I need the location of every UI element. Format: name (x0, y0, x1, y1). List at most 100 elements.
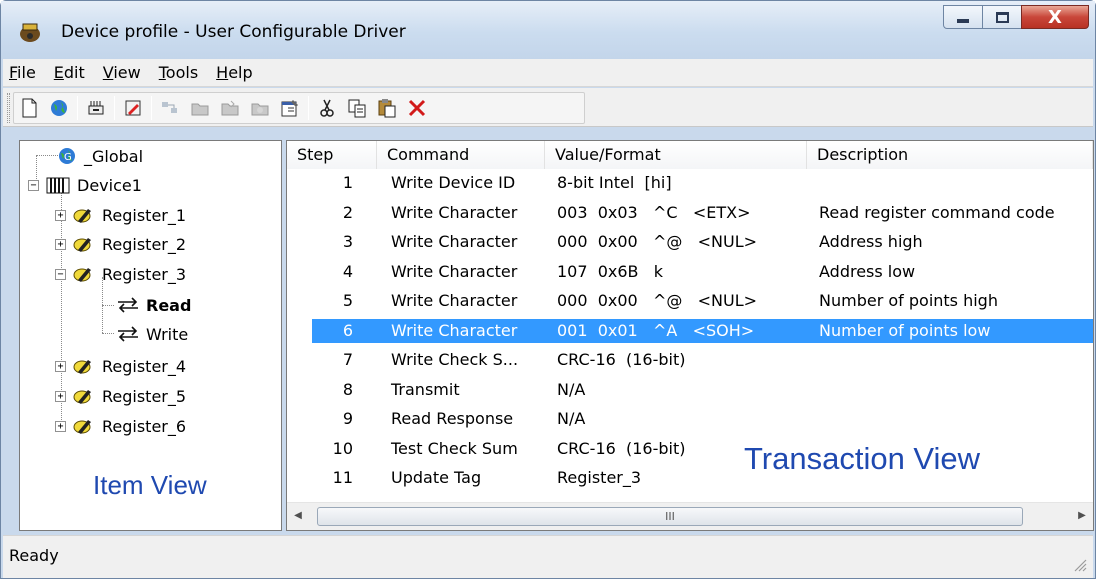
table-row[interactable]: 9 Read Response N/A (287, 407, 1093, 431)
tree-item-read[interactable]: Read (116, 293, 191, 317)
read-button[interactable] (155, 93, 185, 123)
toolbar-separator (308, 96, 309, 120)
cell-value: 003 0x03 ^C <ETX> (557, 202, 751, 222)
expand-toggle[interactable]: + (55, 360, 66, 372)
device-icon (88, 101, 104, 115)
cell-command: Test Check Sum (391, 438, 518, 458)
register-button[interactable] (118, 93, 148, 123)
scroll-right-icon[interactable]: ▶ (1075, 508, 1089, 524)
svg-text:G: G (64, 152, 72, 163)
tree-item-register-2[interactable]: + Register_2 (55, 232, 186, 256)
toolbar (3, 88, 1093, 127)
transaction-view-annotation: Transaction View (744, 441, 981, 476)
paste-button[interactable] (372, 93, 402, 123)
expand-toggle[interactable]: + (55, 209, 66, 221)
tree-label-register: Register_2 (102, 234, 187, 254)
close-button[interactable]: X (1021, 5, 1089, 29)
tree-item-global[interactable]: G _Global (56, 144, 143, 168)
expand-toggle[interactable]: + (55, 238, 66, 250)
tree-item-register-6[interactable]: + Register_6 (55, 414, 186, 438)
table-row[interactable]: 1 Write Device ID 8-bit Intel [hi] (287, 171, 1093, 195)
register-icon (73, 420, 91, 434)
cell-step: 5 (342, 291, 353, 310)
menu-file[interactable]: File (3, 59, 44, 87)
expand-toggle[interactable]: + (55, 420, 66, 432)
table-row[interactable]: 2 Write Character 003 0x03 ^C <ETX> Read re… (287, 201, 1093, 225)
cell-description (807, 348, 1093, 372)
folder-icon (251, 103, 269, 116)
collapse-toggle[interactable]: − (28, 179, 39, 191)
tree-label-register: Register_3 (102, 264, 187, 284)
table-row[interactable]: 8 Transmit N/A (287, 378, 1093, 402)
menu-tools[interactable]: Tools (149, 59, 206, 87)
cell-step: 11 (332, 468, 353, 487)
scroll-left-icon[interactable]: ◀ (291, 508, 305, 524)
table-row[interactable]: 5 Write Character 000 0x00 ^@ <NUL> Number … (287, 289, 1093, 313)
table-row[interactable]: 4 Write Character 107 0x6B k Address low (287, 260, 1093, 284)
transaction-view[interactable]: Step Command Value/Format Description 1 W… (286, 140, 1094, 531)
column-header-command[interactable]: Command (377, 141, 545, 169)
table-row[interactable]: 7 Write Check S... CRC-16 (16-bit) (287, 348, 1093, 372)
tree-item-write[interactable]: Write (116, 322, 188, 346)
column-header-description[interactable]: Description (807, 141, 1093, 169)
tree-label-device1: Device1 (77, 175, 142, 195)
tree-item-device1[interactable]: − Device1 (28, 173, 142, 197)
cell-value: CRC-16 (16-bit) (557, 350, 686, 369)
cell-description (807, 378, 1093, 402)
cell-command: Write Character (391, 232, 518, 251)
table-row-selected[interactable]: 6 Write Character 001 0x01 ^A <SOH> Number … (312, 318, 1093, 343)
menu-tools-label: Tools (158, 62, 199, 82)
delete-icon (408, 99, 426, 117)
collapse-toggle[interactable]: − (55, 268, 66, 280)
properties-button[interactable] (275, 93, 305, 123)
tree-label-register: Register_1 (102, 205, 187, 225)
table-row[interactable]: 3 Write Character 000 0x00 ^@ <NUL> Address… (287, 230, 1093, 254)
folder-write-button[interactable] (215, 93, 245, 123)
tree-item-register-4[interactable]: + Register_4 (55, 354, 186, 378)
menu-edit[interactable]: Edit (44, 59, 93, 87)
status-bar: Ready (3, 535, 1093, 578)
copy-button[interactable] (342, 93, 372, 123)
toolbar-buttons (13, 92, 585, 124)
tree-label-register: Register_4 (102, 356, 187, 376)
tree-item-register-1[interactable]: + Register_1 (55, 203, 186, 227)
folder-read-button[interactable] (185, 93, 215, 123)
cell-step: 9 (342, 409, 353, 428)
window-controls: X (943, 5, 1089, 29)
cell-description: Read register command code (819, 202, 1055, 222)
cell-step: 2 (342, 202, 353, 222)
tree-item-register-5[interactable]: + Register_5 (55, 384, 186, 408)
cut-button[interactable] (312, 93, 342, 123)
column-header-value[interactable]: Value/Format (545, 141, 807, 169)
scrollbar-thumb[interactable]: III (317, 507, 1023, 526)
expand-toggle[interactable]: + (55, 390, 66, 402)
cell-description: Number of points high (819, 291, 998, 310)
cell-step: 7 (342, 350, 353, 369)
minimize-button[interactable] (943, 5, 983, 29)
tree-label-read: Read (146, 295, 192, 315)
menu-view[interactable]: View (93, 59, 149, 87)
tree-item-register-3[interactable]: − Register_3 (55, 262, 186, 286)
tree-label-global: _Global (84, 146, 144, 166)
close-icon: X (1048, 6, 1062, 28)
globe-icon (51, 100, 67, 116)
menu-help[interactable]: Help (206, 59, 260, 87)
cell-command: Write Check S... (391, 350, 519, 369)
new-button[interactable] (14, 93, 44, 123)
maximize-button[interactable] (982, 5, 1022, 29)
device-icon (46, 177, 70, 194)
horizontal-scrollbar[interactable]: ◀ III ▶ (287, 502, 1093, 530)
delete-button[interactable] (402, 93, 432, 123)
column-header-step[interactable]: Step (287, 141, 377, 169)
cell-description (807, 171, 1093, 195)
device-button[interactable] (81, 93, 111, 123)
menu-help-label: Help (216, 62, 253, 82)
toolbar-grip[interactable] (7, 93, 10, 123)
resize-grip-icon[interactable] (1071, 556, 1087, 572)
globe-button[interactable] (44, 93, 74, 123)
cell-command: Write Character (391, 261, 518, 281)
register-icon (73, 209, 91, 223)
folder-button[interactable] (245, 93, 275, 123)
global-icon: G (59, 148, 75, 164)
maximize-icon (995, 11, 1009, 23)
